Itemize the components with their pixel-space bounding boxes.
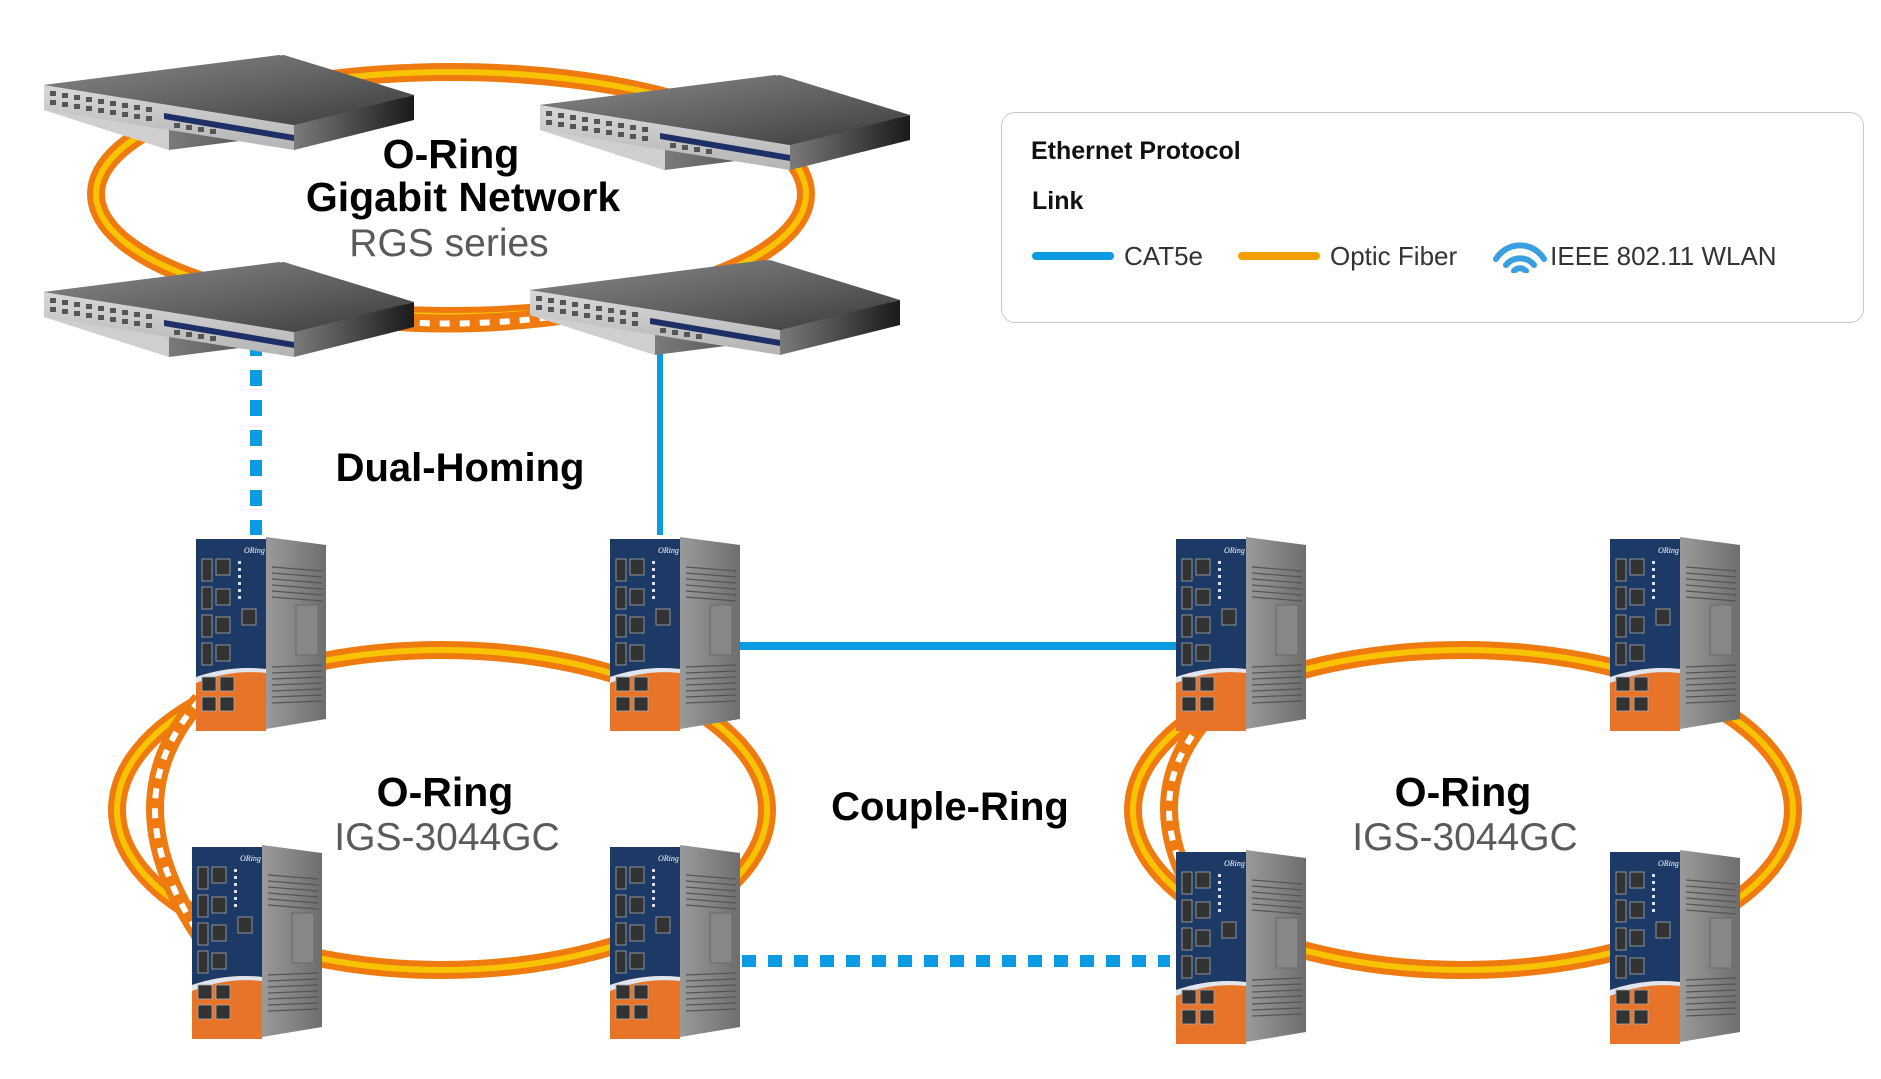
legend-items: CAT5e Optic Fiber IEEE 802.11 WLAN xyxy=(1032,239,1812,273)
legend-label: CAT5e xyxy=(1124,240,1203,271)
igs-switch-right-ring-top-left[interactable] xyxy=(1175,536,1307,732)
left-ring-title: O-Ring xyxy=(377,769,514,815)
igs-switch-left-ring-top-left[interactable] xyxy=(195,536,327,732)
igs-switch-left-ring-bottom-right[interactable] xyxy=(609,844,741,1040)
rgs-switch-bottom-left[interactable] xyxy=(44,262,414,357)
legend-subtitle: Link xyxy=(1032,187,1084,215)
legend-item-fiber: Optic Fiber xyxy=(1238,241,1457,272)
legend-label: IEEE 802.11 WLAN xyxy=(1550,240,1777,271)
igs-switch-right-ring-top-right[interactable] xyxy=(1609,536,1741,732)
legend-item-cat5e: CAT5e xyxy=(1032,241,1203,272)
igs-switch-right-ring-bottom-right[interactable] xyxy=(1609,849,1741,1045)
fiber-line-swatch xyxy=(1238,252,1320,260)
igs-switch-right-ring-bottom-left[interactable] xyxy=(1175,849,1307,1045)
wifi-icon xyxy=(1493,242,1548,273)
top-ring-subtitle: Gigabit Network xyxy=(306,174,621,220)
right-ring-title: O-Ring xyxy=(1395,769,1532,815)
left-ring-model: IGS-3044GC xyxy=(334,816,559,859)
rgs-switch-bottom-right[interactable] xyxy=(530,260,900,355)
top-ring-series: RGS series xyxy=(349,222,548,265)
legend-label: Optic Fiber xyxy=(1330,240,1458,271)
igs-switch-left-ring-bottom-left[interactable] xyxy=(191,844,323,1040)
igs-switch-left-ring-top-right[interactable] xyxy=(609,536,741,732)
legend-title: Ethernet Protocol xyxy=(1031,137,1241,165)
top-ring-title: O-Ring xyxy=(383,131,520,177)
couple-ring-label: Couple-Ring xyxy=(831,785,1069,829)
legend-box: Ethernet Protocol Link CAT5e Optic Fiber… xyxy=(1001,112,1864,323)
dual-homing-label: Dual-Homing xyxy=(336,446,585,490)
cat5e-line-swatch xyxy=(1032,252,1114,260)
legend-item-wlan: IEEE 802.11 WLAN xyxy=(1492,239,1777,273)
right-ring-model: IGS-3044GC xyxy=(1352,816,1577,859)
